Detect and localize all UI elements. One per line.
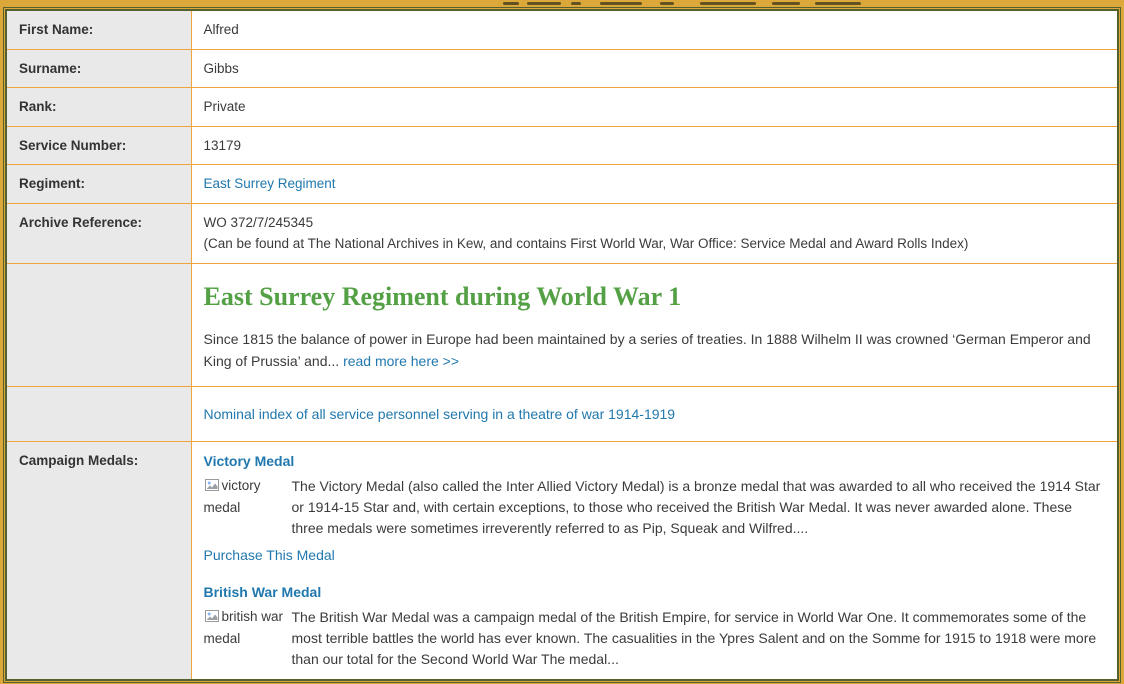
field-label: Regiment: <box>7 164 192 204</box>
table-row-regiment: Regiment: East Surrey Regiment <box>7 164 1117 204</box>
field-label: Archive Reference: <box>7 202 192 264</box>
purchase-victory-medal-link[interactable]: Purchase This Medal <box>204 545 335 565</box>
field-label: Service Number: <box>7 125 192 165</box>
field-value: 13179 <box>191 125 1117 165</box>
field-label: Campaign Medals: <box>7 440 192 679</box>
british-war-medal-link[interactable]: British War Medal <box>204 582 322 602</box>
table-row-regiment-article: East Surrey Regiment during World War 1 … <box>7 262 1117 387</box>
table-row-surname: Surname: Gibbs <box>7 48 1117 88</box>
medal-item-british-war: British War Medal british war medal The … <box>204 582 1106 679</box>
table-row-rank: Rank: Private <box>7 87 1117 127</box>
remnant-mark <box>772 2 800 5</box>
field-value: Gibbs <box>191 48 1117 88</box>
empty-label-cell <box>7 385 192 442</box>
remnant-mark <box>700 2 756 5</box>
victory-medal-link[interactable]: Victory Medal <box>204 451 295 471</box>
medal-item-victory: Victory Medal victory medal The Victory … <box>204 451 1106 566</box>
regiment-link[interactable]: East Surrey Regiment <box>204 176 336 191</box>
field-value: Private <box>191 87 1117 127</box>
field-value: Alfred <box>203 22 239 37</box>
remnant-mark <box>571 2 581 5</box>
empty-label-cell <box>7 262 192 387</box>
table-row-archive-reference: Archive Reference: WO 372/7/245345 (Can … <box>7 202 1117 264</box>
regiment-article-title: East Surrey Regiment during World War 1 <box>203 281 682 311</box>
table-row-first-name: First Name: Alfred <box>7 11 1117 50</box>
remnant-mark <box>503 2 519 5</box>
purchase-british-war-medal-link[interactable]: Purchase This Medal <box>204 676 335 679</box>
victory-medal-description: The Victory Medal (also called the Inter… <box>291 478 1101 537</box>
read-more-link[interactable]: read more here >> <box>343 353 459 369</box>
table-row-campaign-medals: Campaign Medals: Victory Medal victory m… <box>7 440 1117 679</box>
victory-medal-broken-image: victory medal <box>204 476 292 518</box>
record-panel: First Name: Alfred Surname: Gibbs Rank: … <box>3 7 1121 683</box>
archive-reference-note: (Can be found at The National Archives i… <box>203 236 969 252</box>
british-war-medal-broken-image: british war medal <box>204 607 292 649</box>
broken-image-icon <box>204 478 220 498</box>
remnant-mark <box>527 2 561 5</box>
remnant-mark <box>660 2 674 5</box>
british-war-medal-description: The British War Medal was a campaign med… <box>291 608 1097 667</box>
nominal-index-link[interactable]: Nominal index of all service personnel s… <box>204 406 676 422</box>
field-label: Rank: <box>7 87 192 127</box>
field-label: First Name: <box>7 11 192 50</box>
archive-reference-value: WO 372/7/245345 <box>203 214 314 230</box>
remnant-mark <box>815 2 861 5</box>
table-row-service-number: Service Number: 13179 <box>7 125 1117 165</box>
regiment-article-text: Since 1815 the balance of power in Europ… <box>203 330 1091 369</box>
remnant-mark <box>600 2 642 5</box>
field-label: Surname: <box>7 48 192 88</box>
broken-image-icon <box>204 609 220 629</box>
header-cutoff-remnants <box>0 0 1124 8</box>
soldier-record-table: First Name: Alfred Surname: Gibbs Rank: … <box>7 11 1117 679</box>
table-row-nominal-index: Nominal index of all service personnel s… <box>7 385 1117 442</box>
regiment-article-summary: Since 1815 the balance of power in Europ… <box>204 328 1106 372</box>
